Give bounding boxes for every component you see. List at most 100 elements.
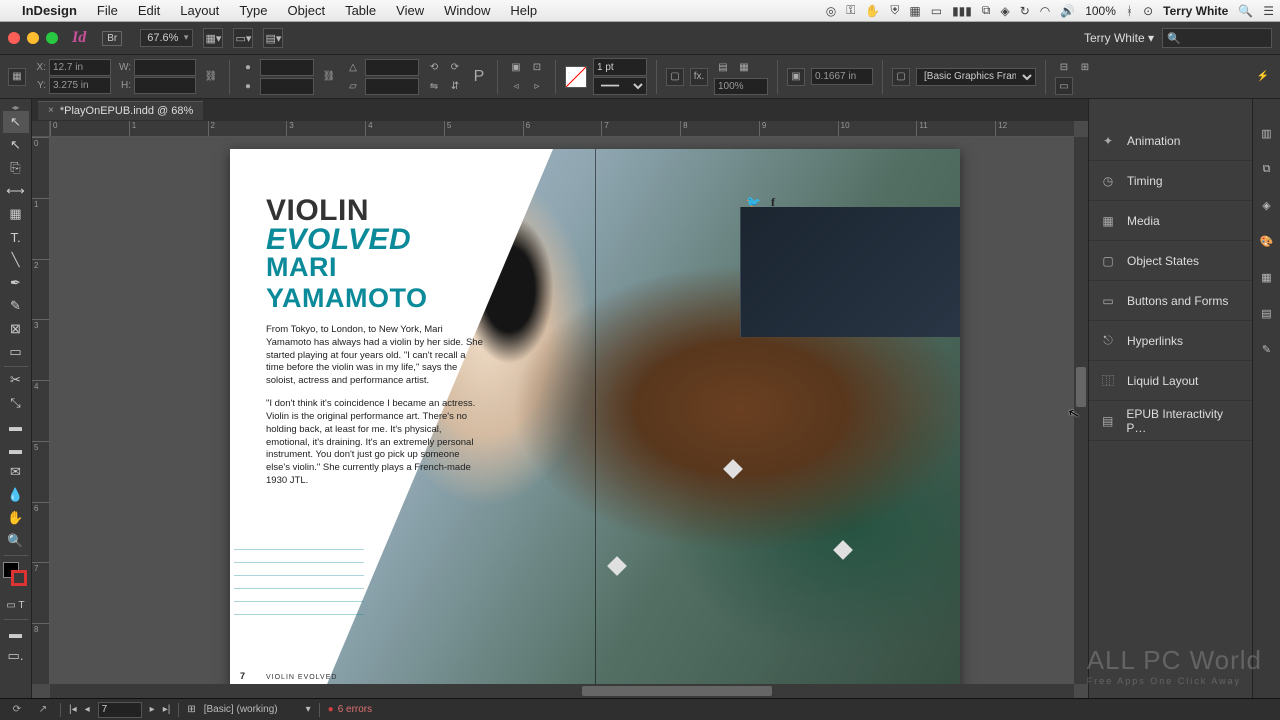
menu-edit[interactable]: Edit	[130, 3, 168, 18]
gap-tool[interactable]: ⟷	[3, 180, 29, 202]
constrain-proportions-button[interactable]: ⛓	[202, 68, 220, 86]
height-input[interactable]	[134, 77, 196, 94]
volume-icon[interactable]: 🔊	[1060, 4, 1075, 18]
stroke-weight-input[interactable]	[593, 58, 647, 76]
menu-layout[interactable]: Layout	[172, 3, 227, 18]
gradient-feather-tool[interactable]: ▬	[3, 438, 29, 460]
fx-button[interactable]: fx.	[690, 68, 708, 86]
dropbox-icon[interactable]: ◈	[1000, 4, 1009, 18]
flip-v-button[interactable]: ⇵	[446, 77, 464, 95]
last-page-button[interactable]: ▸|	[163, 704, 171, 715]
menu-object[interactable]: Object	[280, 3, 334, 18]
default-fill-stroke-button[interactable]: ▬	[3, 622, 29, 644]
align-icon[interactable]: ⊟	[1055, 58, 1073, 76]
wifi-icon[interactable]: ◠	[1040, 4, 1050, 18]
panel-hyperlinks[interactable]: ⎋Hyperlinks	[1089, 321, 1252, 361]
preflight-panel-icon[interactable]: ✎	[1257, 339, 1277, 359]
menu-table[interactable]: Table	[337, 3, 384, 18]
screen-mode-toggle[interactable]: ▭.	[3, 645, 29, 667]
video-frame[interactable]	[740, 207, 960, 337]
swatches-panel-icon[interactable]: 🎨	[1257, 231, 1277, 251]
menu-help[interactable]: Help	[502, 3, 545, 18]
menu-type[interactable]: Type	[231, 3, 275, 18]
pencil-tool[interactable]: ✎	[3, 295, 29, 317]
vertical-ruler[interactable]: 012345678	[32, 137, 50, 684]
content-collector-tool[interactable]: ▦	[3, 203, 29, 225]
object-style-select[interactable]: [Basic Graphics Frame]	[916, 68, 1036, 86]
help-search-input[interactable]: 🔍	[1162, 28, 1272, 48]
app-menu[interactable]: InDesign	[14, 3, 85, 18]
quick-apply-button[interactable]: ⚡	[1254, 68, 1272, 86]
line-tool[interactable]: ╲	[3, 249, 29, 271]
updates-icon[interactable]: ↻	[1020, 4, 1030, 18]
workspace-switcher[interactable]: Terry White ▾	[1084, 31, 1154, 45]
keychain-icon[interactable]: ⚿	[846, 3, 855, 18]
first-page-button[interactable]: |◂	[69, 704, 77, 715]
apply-color-button[interactable]: ▭ T	[3, 594, 29, 616]
type-tool[interactable]: T.	[3, 226, 29, 248]
arrange-documents-button[interactable]: ▤▾	[263, 28, 283, 48]
text-wrap-offset-input[interactable]	[811, 68, 873, 85]
stroke-panel-icon[interactable]: ▤	[1257, 303, 1277, 323]
spotlight-icon[interactable]: 🔍	[1238, 4, 1253, 18]
sync-settings-icon[interactable]: ⟳	[8, 701, 26, 719]
eyedropper-tool[interactable]: 💧	[3, 484, 29, 506]
zoom-tool[interactable]: 🔍	[3, 530, 29, 552]
bt-icon[interactable]: ᚼ	[1126, 4, 1133, 18]
reference-point-button[interactable]: ▦	[8, 68, 26, 86]
vertical-scrollbar[interactable]	[1074, 137, 1088, 684]
document-canvas[interactable]: VIOLIN EVOLVED MARI YAMAMOTO From Tokyo,…	[50, 137, 1074, 684]
export-icon[interactable]: ↗	[34, 701, 52, 719]
next-page-button[interactable]: ▸	[150, 704, 155, 715]
cc-libraries-panel-icon[interactable]: ▦	[1257, 267, 1277, 287]
link-icon[interactable]: ⧉	[982, 3, 991, 18]
document-tab[interactable]: × *PlayOnEPUB.indd @ 68%	[38, 101, 203, 120]
panel-buttons-and-forms[interactable]: ▭Buttons and Forms	[1089, 281, 1252, 321]
vertical-scroll-thumb[interactable]	[1076, 367, 1086, 407]
select-prev-button[interactable]: ◃	[507, 77, 525, 95]
notification-center-icon[interactable]: ☰	[1263, 4, 1274, 18]
rotate-ccw-button[interactable]: ⟲	[425, 58, 443, 76]
bridge-button[interactable]: Br	[102, 31, 122, 46]
hand-icon[interactable]: ✋	[865, 4, 880, 18]
note-tool[interactable]: ✉	[3, 461, 29, 483]
stroke-style-select[interactable]: ━━━	[593, 77, 647, 95]
close-window-button[interactable]	[8, 32, 20, 44]
pages-panel-icon[interactable]: ▥	[1257, 123, 1277, 143]
page-tool[interactable]: ⎘	[3, 157, 29, 179]
panel-liquid-layout[interactable]: ⿲Liquid Layout	[1089, 361, 1252, 401]
scale-x-input[interactable]	[260, 59, 314, 76]
ruler-origin[interactable]	[32, 121, 50, 137]
rotate-cw-button[interactable]: ⟳	[446, 58, 464, 76]
select-content-button[interactable]: ⊡	[528, 58, 546, 76]
battery-icon[interactable]: ▮▮▮	[952, 4, 972, 18]
x-position-input[interactable]	[49, 59, 111, 76]
constrain-scale-button[interactable]: ⛓	[320, 68, 338, 86]
horizontal-scrollbar[interactable]	[50, 684, 1074, 698]
gradient-swatch-tool[interactable]: ▬	[3, 415, 29, 437]
flip-h-button[interactable]: ⇋	[425, 77, 443, 95]
menubar-user[interactable]: Terry White	[1163, 4, 1228, 18]
select-container-button[interactable]: ▣	[507, 58, 525, 76]
menu-window[interactable]: Window	[436, 3, 498, 18]
rectangle-tool[interactable]: ▭	[3, 341, 29, 363]
layout-name[interactable]: [Basic] (working)	[204, 704, 278, 715]
screen-mode-button[interactable]: ▭▾	[233, 28, 253, 48]
page-spread[interactable]: VIOLIN EVOLVED MARI YAMAMOTO From Tokyo,…	[230, 149, 960, 684]
corner-options-button[interactable]: ▢	[892, 68, 910, 86]
cc-icon[interactable]: ◎	[826, 4, 836, 18]
pen-tool[interactable]: ✒	[3, 272, 29, 294]
rotation-input[interactable]	[365, 59, 419, 76]
rectangle-frame-tool[interactable]: ⊠	[3, 318, 29, 340]
panel-media[interactable]: ▦Media	[1089, 201, 1252, 241]
menu-file[interactable]: File	[89, 3, 126, 18]
select-next-button[interactable]: ▹	[528, 77, 546, 95]
selection-tool[interactable]: ↖	[3, 111, 29, 133]
preflight-errors[interactable]: 6 errors	[328, 704, 373, 715]
battery-percent[interactable]: 100%	[1085, 4, 1116, 18]
fitting-button[interactable]: ▭	[1055, 77, 1073, 95]
page-number-input[interactable]	[98, 702, 142, 718]
panel-timing[interactable]: ◷Timing	[1089, 161, 1252, 201]
panel-animation[interactable]: ✦Animation	[1089, 121, 1252, 161]
prev-page-button[interactable]: ◂	[85, 704, 90, 715]
